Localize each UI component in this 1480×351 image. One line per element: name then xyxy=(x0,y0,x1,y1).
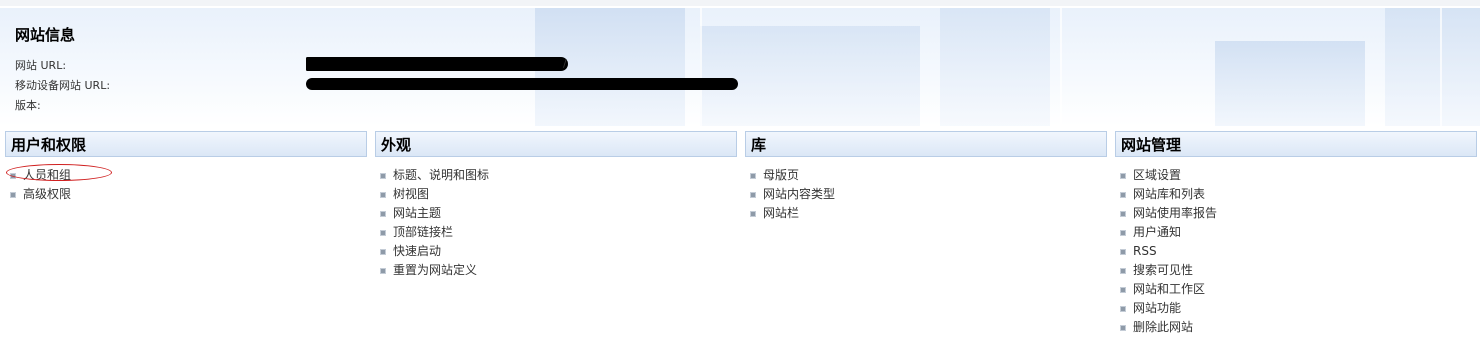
link-label: 快速启动 xyxy=(393,244,442,258)
link-title-description-icon[interactable]: 标题、说明和图标 xyxy=(375,166,737,185)
section-title: 库 xyxy=(745,131,1107,157)
bullet-icon xyxy=(1120,211,1126,217)
link-people-groups[interactable]: 人员和组 xyxy=(5,166,367,185)
link-label: 顶部链接栏 xyxy=(393,225,454,239)
bullet-icon xyxy=(380,173,386,179)
link-label: RSS xyxy=(1133,244,1157,258)
link-label: 网站栏 xyxy=(763,206,800,220)
link-tree-view[interactable]: 树视图 xyxy=(375,185,737,204)
section-title: 网站管理 xyxy=(1115,131,1477,157)
section-title: 外观 xyxy=(375,131,737,157)
link-label: 网站内容类型 xyxy=(763,187,836,201)
section-link-list: 人员和组 高级权限 xyxy=(5,166,367,204)
bullet-icon xyxy=(1120,325,1126,331)
site-url-label: 网站 URL: xyxy=(15,59,67,72)
link-label: 重置为网站定义 xyxy=(393,263,478,277)
bullet-icon xyxy=(750,211,756,217)
link-site-usage-reports[interactable]: 网站使用率报告 xyxy=(1115,204,1477,223)
bullet-icon xyxy=(380,192,386,198)
redacted-site-url xyxy=(306,57,568,71)
link-sites-workspaces[interactable]: 网站和工作区 xyxy=(1115,280,1477,299)
site-url-value: / xyxy=(563,57,567,70)
banner-building-graphic xyxy=(940,8,1050,126)
link-label: 网站和工作区 xyxy=(1133,282,1206,296)
bullet-icon xyxy=(380,249,386,255)
link-label: 高级权限 xyxy=(23,187,72,201)
link-delete-site[interactable]: 删除此网站 xyxy=(1115,318,1477,337)
bullet-icon xyxy=(1120,192,1126,198)
section-link-list: 标题、说明和图标 树视图 网站主题 顶部链接栏 快速启动 重置为网站定义 xyxy=(375,166,737,280)
banner-building-graphic xyxy=(700,26,920,126)
bullet-icon xyxy=(750,192,756,198)
section-title: 用户和权限 xyxy=(5,131,367,157)
link-reset-site-definition[interactable]: 重置为网站定义 xyxy=(375,261,737,280)
site-info-title: 网站信息 xyxy=(15,26,76,44)
banner-divider xyxy=(700,8,702,126)
link-master-pages[interactable]: 母版页 xyxy=(745,166,1107,185)
link-quick-launch[interactable]: 快速启动 xyxy=(375,242,737,261)
bullet-icon xyxy=(1120,249,1126,255)
section-galleries: 库 母版页 网站内容类型 网站栏 xyxy=(745,131,1107,223)
bullet-icon xyxy=(380,268,386,274)
section-users-permissions: 用户和权限 人员和组 高级权限 xyxy=(5,131,367,204)
link-site-features[interactable]: 网站功能 xyxy=(1115,299,1477,318)
link-top-link-bar[interactable]: 顶部链接栏 xyxy=(375,223,737,242)
banner-divider xyxy=(1440,8,1442,126)
link-site-columns[interactable]: 网站栏 xyxy=(745,204,1107,223)
link-site-content-types[interactable]: 网站内容类型 xyxy=(745,185,1107,204)
version-label: 版本: xyxy=(15,99,41,112)
link-site-libraries-lists[interactable]: 网站库和列表 xyxy=(1115,185,1477,204)
link-label: 母版页 xyxy=(763,168,800,182)
link-label: 网站库和列表 xyxy=(1133,187,1206,201)
bullet-icon xyxy=(10,192,16,198)
banner-divider xyxy=(1060,8,1062,126)
link-search-visibility[interactable]: 搜索可见性 xyxy=(1115,261,1477,280)
bullet-icon xyxy=(1120,268,1126,274)
link-label: 网站主题 xyxy=(393,206,442,220)
link-site-theme[interactable]: 网站主题 xyxy=(375,204,737,223)
banner-building-graphic xyxy=(1215,41,1365,126)
link-label: 标题、说明和图标 xyxy=(393,168,490,182)
bullet-icon xyxy=(1120,230,1126,236)
link-label: 树视图 xyxy=(393,187,430,201)
link-user-alerts[interactable]: 用户通知 xyxy=(1115,223,1477,242)
mobile-url-label: 移动设备网站 URL: xyxy=(15,79,111,92)
link-label: 搜索可见性 xyxy=(1133,263,1194,277)
link-label: 区域设置 xyxy=(1133,168,1182,182)
redacted-mobile-url xyxy=(306,78,738,90)
bullet-icon xyxy=(380,211,386,217)
banner-building-graphic xyxy=(1385,8,1480,126)
link-regional-settings[interactable]: 区域设置 xyxy=(1115,166,1477,185)
link-label: 网站使用率报告 xyxy=(1133,206,1218,220)
header-banner xyxy=(0,8,1480,126)
bullet-icon xyxy=(750,173,756,179)
link-advanced-permissions[interactable]: 高级权限 xyxy=(5,185,367,204)
section-link-list: 母版页 网站内容类型 网站栏 xyxy=(745,166,1107,223)
section-site-administration: 网站管理 区域设置 网站库和列表 网站使用率报告 用户通知 RSS 搜索可见性 … xyxy=(1115,131,1477,337)
link-label: 人员和组 xyxy=(23,168,72,182)
link-label: 用户通知 xyxy=(1133,225,1182,239)
top-strip xyxy=(0,0,1480,6)
bullet-icon xyxy=(10,173,16,179)
bullet-icon xyxy=(380,230,386,236)
bullet-icon xyxy=(1120,173,1126,179)
link-rss[interactable]: RSS xyxy=(1115,242,1477,261)
bullet-icon xyxy=(1120,287,1126,293)
section-look-feel: 外观 标题、说明和图标 树视图 网站主题 顶部链接栏 快速启动 重置为网站定义 xyxy=(375,131,737,280)
link-label: 网站功能 xyxy=(1133,301,1182,315)
bullet-icon xyxy=(1120,306,1126,312)
link-label: 删除此网站 xyxy=(1133,320,1194,334)
section-link-list: 区域设置 网站库和列表 网站使用率报告 用户通知 RSS 搜索可见性 网站和工作… xyxy=(1115,166,1477,337)
